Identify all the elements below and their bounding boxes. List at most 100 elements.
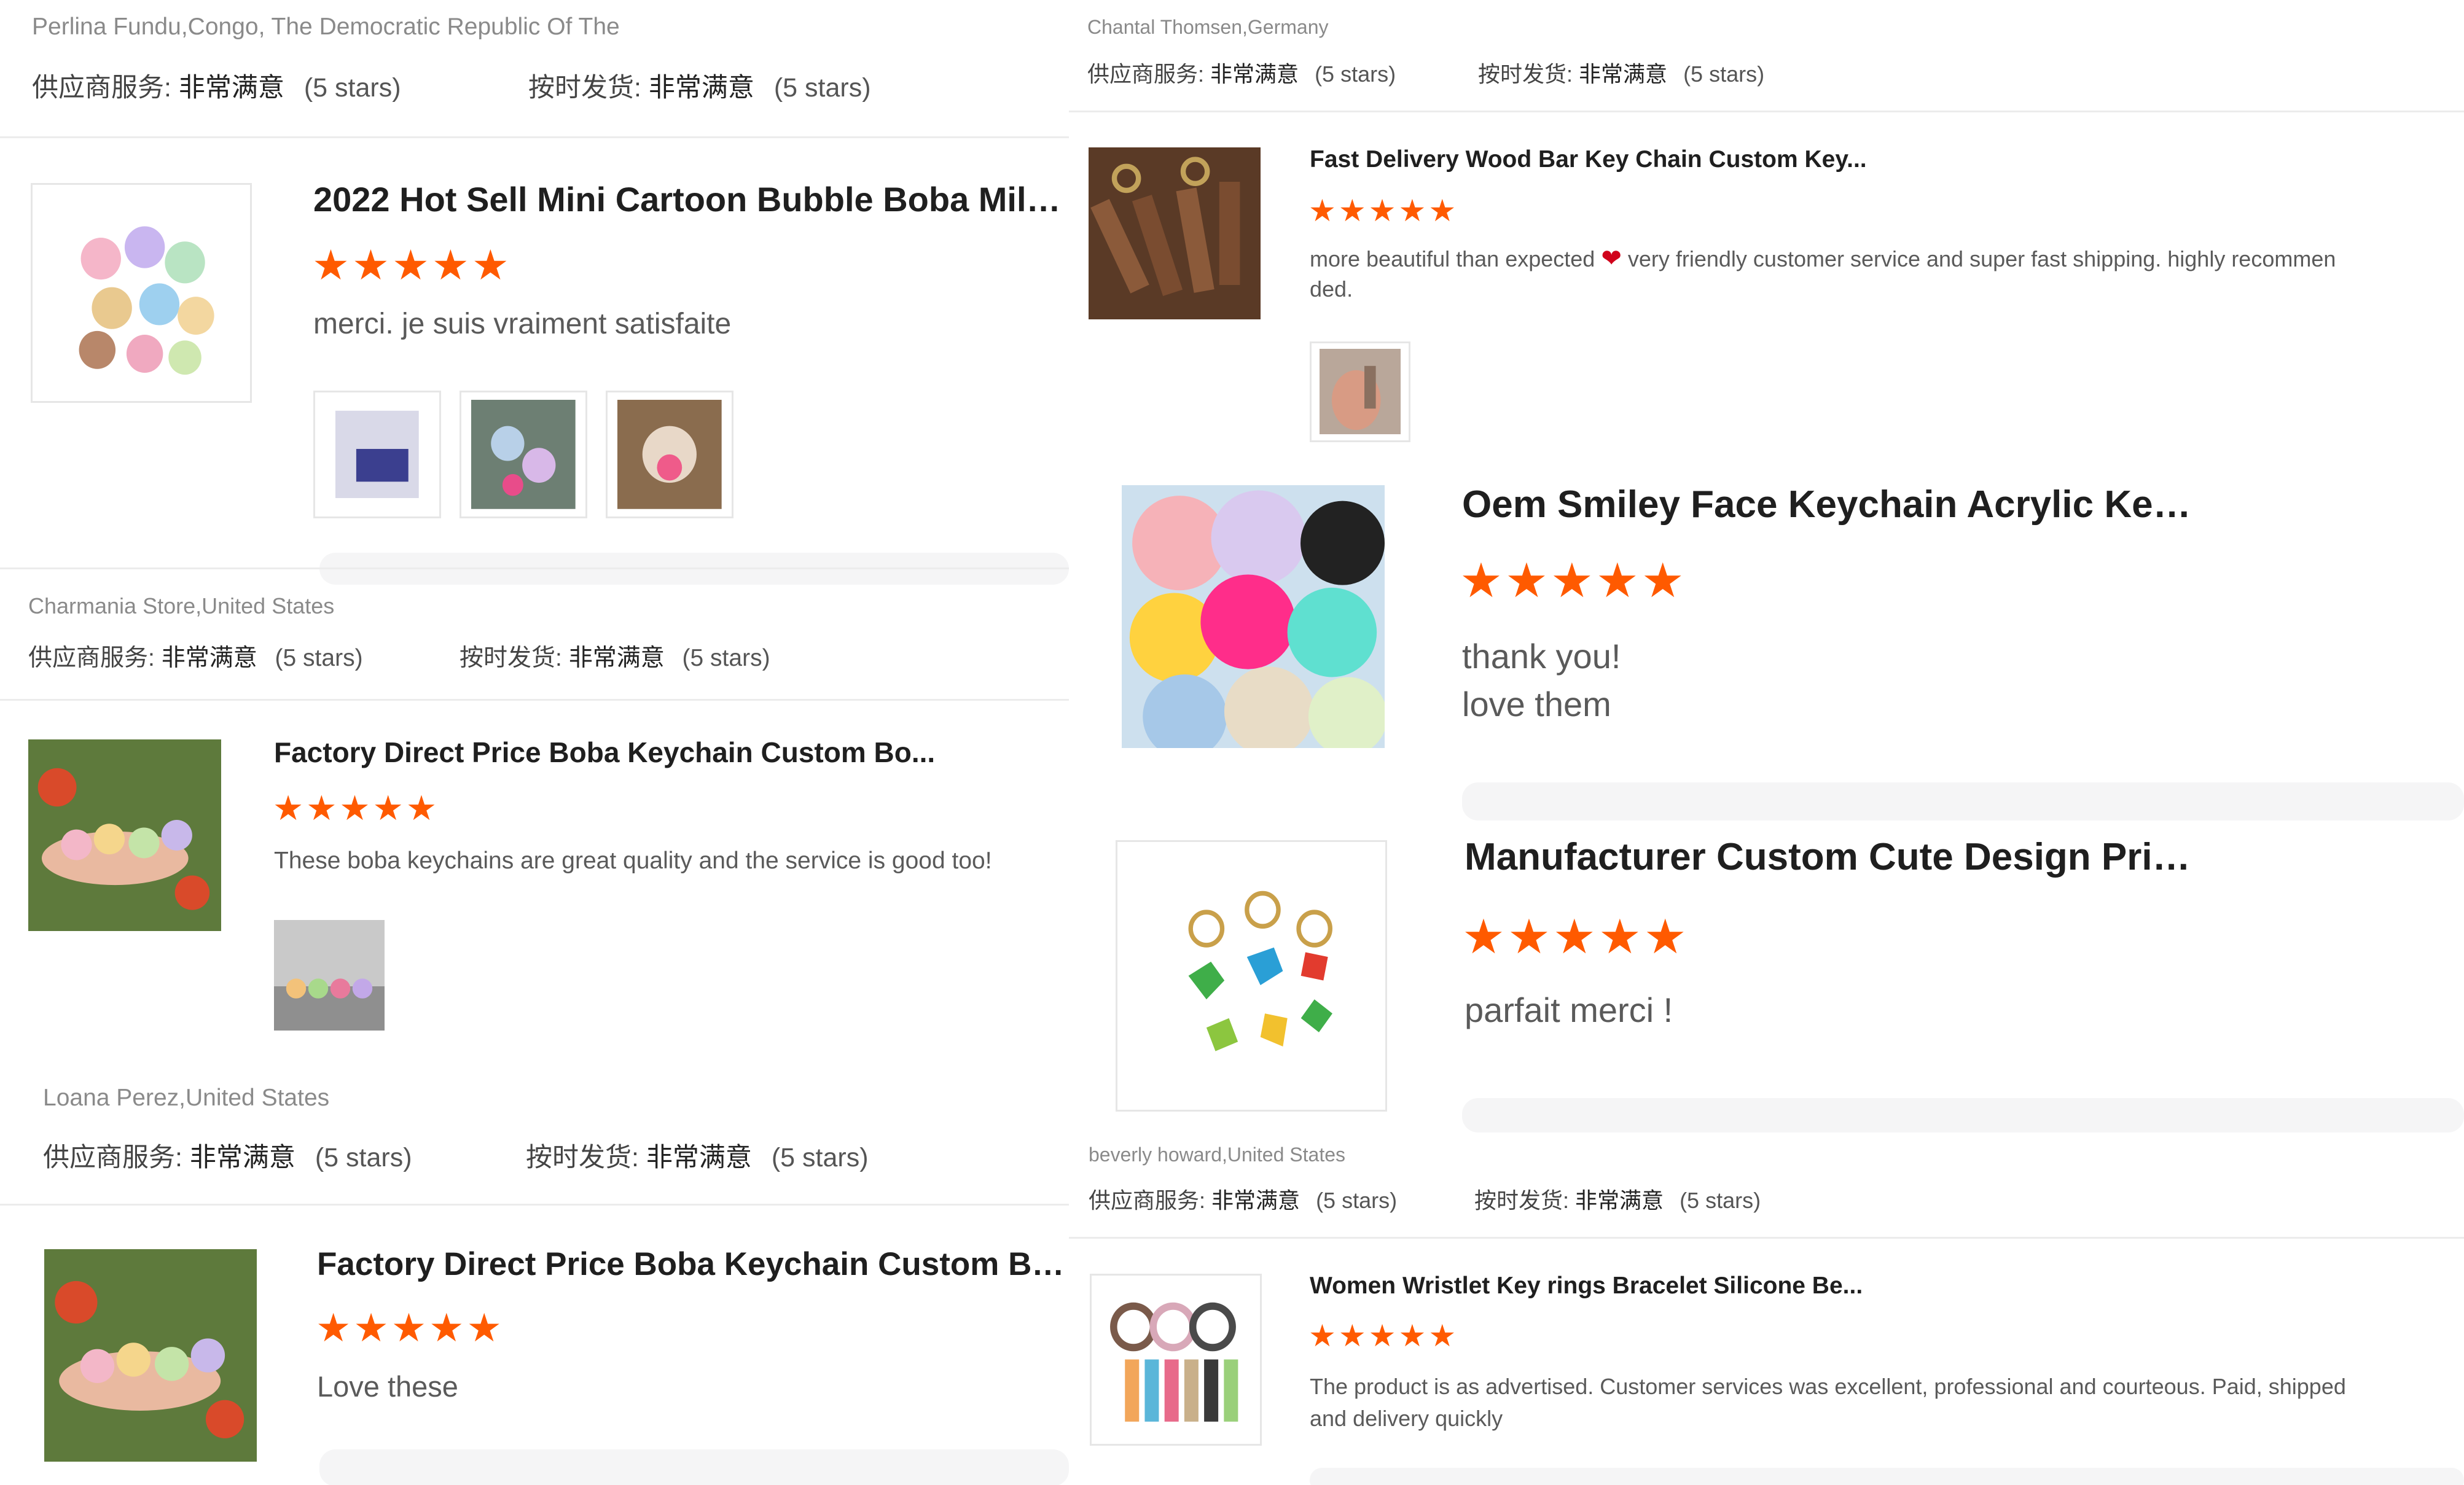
star-icon: ★ xyxy=(353,1306,389,1350)
product-title-link[interactable]: Factory Direct Price Boba Keychain Custo… xyxy=(274,736,1069,769)
product-image[interactable] xyxy=(1122,485,1385,748)
reviewer-name: Charmania Store,United States xyxy=(28,593,335,618)
star-icon: ★ xyxy=(1398,193,1426,228)
supplier-service-value: 非常满意 xyxy=(189,1143,295,1172)
review-photo-thumb[interactable] xyxy=(274,920,385,1031)
star-icon: ★ xyxy=(1398,1319,1426,1353)
star-icon: ★ xyxy=(405,789,437,827)
star-icon: ★ xyxy=(1462,910,1505,964)
reply-bar xyxy=(1310,1468,2464,1485)
product-image[interactable] xyxy=(28,739,221,931)
product-title-link[interactable]: Oem Smiley Face Keychain Acrylic Keyring… xyxy=(1462,483,2199,526)
supplier-service-stars: (5 stars) xyxy=(303,73,401,103)
supplier-service-rating: 供应商服务: 非常满意 (5 stars) xyxy=(43,1136,412,1174)
on-time-delivery-rating: 按时发货: 非常满意 (5 stars) xyxy=(1478,57,1764,88)
supplier-service-stars: (5 stars) xyxy=(1316,1188,1398,1213)
product-title-link[interactable]: Women Wristlet Key rings Bracelet Silico… xyxy=(1310,1273,2047,1300)
star-icon: ★ xyxy=(1368,193,1396,228)
product-image[interactable] xyxy=(1116,840,1387,1112)
reply-bar xyxy=(319,1449,1069,1485)
boba-keychain-hand-photo xyxy=(28,739,221,931)
divider xyxy=(0,1204,1069,1206)
on-time-delivery-rating: 按时发货: 非常满意 (5 stars) xyxy=(528,66,871,104)
supplier-service-rating: 供应商服务: 非常满意 (5 stars) xyxy=(1089,1183,1397,1215)
review-photo-thumb[interactable] xyxy=(460,391,587,518)
boba-keychain-hand-photo xyxy=(44,1249,257,1462)
boba-keychains-photo xyxy=(274,920,385,1031)
product-title-link[interactable]: 2022 Hot Sell Mini Cartoon Bubble Boba M… xyxy=(313,179,1069,219)
product-title-link[interactable]: Manufacturer Custom Cute Design Print Tr… xyxy=(1465,835,2202,879)
on-time-label: 按时发货: xyxy=(1478,61,1573,87)
on-time-delivery-rating: 按时发货: 非常满意 (5 stars) xyxy=(1474,1183,1761,1215)
star-icon: ★ xyxy=(1308,193,1336,228)
supplier-service-stars: (5 stars) xyxy=(1315,61,1396,87)
star-rating: ★ ★ ★ ★ ★ xyxy=(273,791,437,825)
product-image[interactable] xyxy=(44,1249,257,1462)
star-rating: ★ ★ ★ ★ ★ xyxy=(312,244,509,286)
star-icon: ★ xyxy=(391,242,429,289)
on-time-value: 非常满意 xyxy=(646,1143,752,1172)
supplier-service-stars: (5 stars) xyxy=(315,1143,412,1172)
star-icon: ★ xyxy=(1368,1319,1396,1353)
star-icon: ★ xyxy=(1641,553,1684,607)
divider xyxy=(1069,111,2464,112)
smiley-keychain-photo xyxy=(1122,485,1385,748)
review-photo-thumb[interactable] xyxy=(606,391,733,518)
supplier-service-label: 供应商服务: xyxy=(1087,61,1205,87)
on-time-value: 非常满意 xyxy=(1579,61,1668,87)
star-rating: ★ ★ ★ ★ ★ xyxy=(1462,913,1687,961)
divider xyxy=(0,136,1069,138)
on-time-stars: (5 stars) xyxy=(682,645,770,671)
on-time-stars: (5 stars) xyxy=(1683,61,1765,87)
on-time-value: 非常满意 xyxy=(1575,1188,1664,1213)
supplier-service-value: 非常满意 xyxy=(161,645,257,671)
product-image[interactable] xyxy=(31,183,252,403)
star-icon: ★ xyxy=(1338,193,1366,228)
on-time-delivery-rating: 按时发货: 非常满意 (5 stars) xyxy=(460,639,770,673)
review-comment: The product is as advertised. Customer s… xyxy=(1310,1374,2346,1431)
left-review-column: Perlina Fundu,Congo, The Democratic Repu… xyxy=(0,0,1069,1485)
wood-bar-keychain-photo xyxy=(1089,147,1261,319)
reply-bar xyxy=(1462,782,2464,820)
product-title-link[interactable]: Fast Delivery Wood Bar Key Chain Custom … xyxy=(1310,146,2047,173)
star-icon: ★ xyxy=(1507,910,1551,964)
divider xyxy=(0,699,1069,701)
heart-icon: ❤ xyxy=(1601,245,1622,272)
star-icon: ★ xyxy=(1308,1319,1336,1353)
supplier-service-value: 非常满意 xyxy=(1210,61,1299,87)
review-comment: thank you! love them xyxy=(1462,637,1621,723)
on-time-label: 按时发货: xyxy=(1474,1188,1570,1213)
boba-keychain-photo xyxy=(79,226,214,375)
star-icon: ★ xyxy=(431,242,469,289)
product-image[interactable] xyxy=(1090,1274,1262,1446)
star-icon: ★ xyxy=(1504,553,1548,607)
reviewer-name: Loana Perez,United States xyxy=(43,1085,330,1111)
star-icon: ★ xyxy=(339,789,370,827)
supplier-service-rating: 供应商服务: 非常满意 (5 stars) xyxy=(28,639,363,673)
on-time-label: 按时发货: xyxy=(460,645,562,671)
star-icon: ★ xyxy=(312,242,350,289)
star-icon: ★ xyxy=(1460,553,1503,607)
star-icon: ★ xyxy=(372,789,404,827)
supplier-service-value: 非常满意 xyxy=(178,73,284,103)
star-icon: ★ xyxy=(1598,910,1641,964)
star-icon: ★ xyxy=(1550,553,1594,607)
supplier-service-label: 供应商服务: xyxy=(43,1143,182,1172)
product-image[interactable] xyxy=(1089,147,1261,319)
right-review-column: Chantal Thomsen,Germany 供应商服务: 非常满意 (5 s… xyxy=(1069,0,2464,1485)
star-rating: ★ ★ ★ ★ ★ xyxy=(1308,1320,1456,1351)
star-icon: ★ xyxy=(1428,1319,1457,1353)
product-title-link[interactable]: Factory Direct Price Boba Keychain Custo… xyxy=(317,1245,1069,1283)
reviewer-name: Chantal Thomsen,Germany xyxy=(1087,16,1329,38)
on-time-value: 非常满意 xyxy=(648,73,754,103)
star-icon: ★ xyxy=(1643,910,1687,964)
star-rating: ★ ★ ★ ★ ★ xyxy=(1308,195,1456,226)
review-photo-thumb[interactable] xyxy=(1310,341,1410,442)
wristlet-keyring-photo xyxy=(1105,1285,1247,1434)
star-rating: ★ ★ ★ ★ ★ xyxy=(1460,556,1684,604)
review-photo-thumb[interactable] xyxy=(313,391,441,518)
supplier-service-label: 供应商服务: xyxy=(32,73,171,103)
star-icon: ★ xyxy=(1595,553,1639,607)
comment-text: more beautiful than expected xyxy=(1310,246,1595,271)
keychain-hand-photo xyxy=(1319,349,1401,435)
